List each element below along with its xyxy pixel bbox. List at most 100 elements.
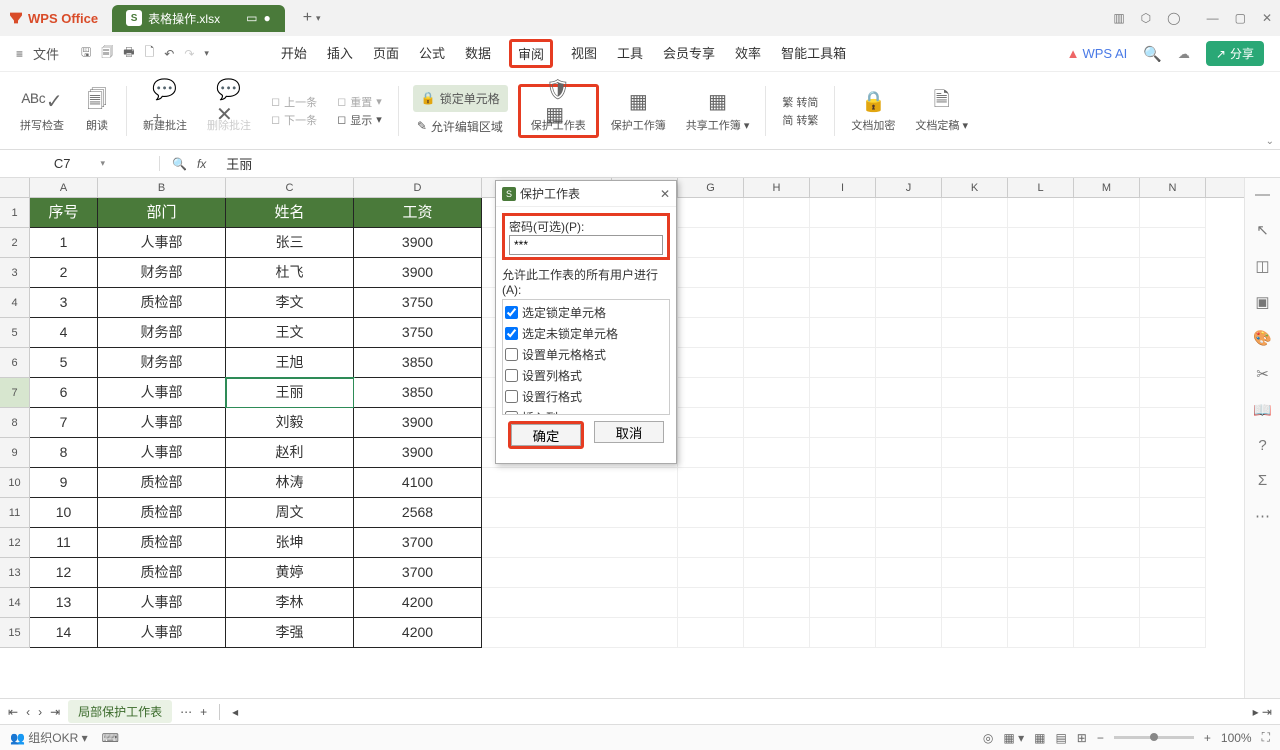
sheet-more-icon[interactable]: ⋯ [180, 705, 192, 719]
cell[interactable]: 王文 [226, 318, 354, 348]
cell[interactable]: 8 [30, 438, 98, 468]
perm-checkbox[interactable] [505, 348, 518, 361]
ribbon-collapse-icon[interactable]: ⌄ [1266, 136, 1274, 147]
perm-item[interactable]: 设置单元格格式 [505, 344, 667, 365]
tab-tools[interactable]: 工具 [615, 39, 645, 68]
col-header-L[interactable]: L [1008, 178, 1074, 197]
row-header[interactable]: 11 [0, 498, 30, 528]
perm-item[interactable]: 设置列格式 [505, 365, 667, 386]
print-icon[interactable]: 🖶 [123, 43, 134, 64]
tab-menu-icon[interactable]: ▭ [246, 11, 257, 25]
cell[interactable]: 4100 [354, 468, 482, 498]
read-button[interactable]: 🗐朗读 [76, 76, 118, 145]
new-comment-button[interactable]: 💬₊新建批注 [135, 76, 195, 145]
redo-icon[interactable]: ↷ [184, 47, 194, 61]
cell[interactable]: 3850 [354, 378, 482, 408]
share-book-button[interactable]: ▦共享工作簿 ▾ [678, 76, 758, 145]
row-header[interactable]: 15 [0, 618, 30, 648]
cell[interactable]: 2568 [354, 498, 482, 528]
grid-icon[interactable]: ▦ ▾ [1003, 731, 1024, 745]
first-sheet-icon[interactable]: ⇤ [8, 705, 18, 719]
cell[interactable]: 人事部 [98, 228, 226, 258]
dialog-close-icon[interactable]: ✕ [660, 187, 670, 201]
allow-edit-button[interactable]: ✎ 允许编辑区域 [413, 116, 508, 137]
dropdown-icon[interactable]: ▾ [316, 13, 321, 24]
perm-item[interactable]: 选定未锁定单元格 [505, 323, 667, 344]
cell[interactable]: 财务部 [98, 258, 226, 288]
cell[interactable]: 质检部 [98, 558, 226, 588]
row-header[interactable]: 4 [0, 288, 30, 318]
reset-comment[interactable]: ◻ 重置 ▾ [337, 94, 382, 110]
sheet-tab[interactable]: 局部保护工作表 [68, 700, 172, 723]
tab-insert[interactable]: 插入 [325, 39, 355, 68]
cell[interactable]: 人事部 [98, 588, 226, 618]
tab-data[interactable]: 数据 [463, 39, 493, 68]
cell[interactable]: 4200 [354, 588, 482, 618]
row-header[interactable]: 5 [0, 318, 30, 348]
zoom-out-icon[interactable]: − [1097, 731, 1104, 745]
row-header[interactable]: 14 [0, 588, 30, 618]
cell[interactable]: 3900 [354, 438, 482, 468]
more-icon[interactable]: ▾ [204, 48, 209, 59]
cell[interactable]: 5 [30, 348, 98, 378]
cell[interactable]: 1 [30, 228, 98, 258]
perm-checkbox[interactable] [505, 369, 518, 382]
last-sheet-icon[interactable]: ⇥ [50, 705, 60, 719]
tools-icon[interactable]: ✂ [1256, 365, 1269, 383]
cell[interactable]: 人事部 [98, 408, 226, 438]
tab-smart[interactable]: 智能工具箱 [779, 39, 848, 68]
row-header[interactable]: 12 [0, 528, 30, 558]
cell[interactable]: 3850 [354, 348, 482, 378]
cell[interactable]: 11 [30, 528, 98, 558]
cube-icon[interactable]: ⬡ [1141, 11, 1151, 25]
cancel-button[interactable]: 取消 [594, 421, 664, 443]
tab-vip[interactable]: 会员专享 [661, 39, 717, 68]
cell[interactable]: 王旭 [226, 348, 354, 378]
perm-checkbox[interactable] [505, 327, 518, 340]
col-header-K[interactable]: K [942, 178, 1008, 197]
layers-icon[interactable]: ◫ [1255, 257, 1269, 275]
tab-review[interactable]: 审阅 [509, 39, 553, 68]
password-input[interactable] [509, 235, 663, 255]
cell[interactable]: 周文 [226, 498, 354, 528]
finalize-button[interactable]: 🗎文档定稿 ▾ [907, 76, 976, 145]
cell[interactable]: 3900 [354, 258, 482, 288]
to-simp-button[interactable]: 繁 转简 [782, 94, 818, 110]
to-trad-button[interactable]: 简 转繁 [782, 112, 818, 128]
cell[interactable]: 杜飞 [226, 258, 354, 288]
perm-checkbox[interactable] [505, 306, 518, 319]
file-tab[interactable]: S 表格操作.xlsx ▭ ● [112, 5, 285, 32]
col-header-C[interactable]: C [226, 178, 354, 197]
cell[interactable]: 12 [30, 558, 98, 588]
file-menu[interactable]: 文件 [33, 44, 59, 63]
save-as-icon[interactable]: 🗐 [101, 43, 113, 64]
cell[interactable]: 7 [30, 408, 98, 438]
cell[interactable]: 张三 [226, 228, 354, 258]
row-header[interactable]: 2 [0, 228, 30, 258]
cell[interactable]: 13 [30, 588, 98, 618]
col-header-H[interactable]: H [744, 178, 810, 197]
show-comment[interactable]: ◻ 显示 ▾ [337, 112, 382, 128]
perm-item[interactable]: 插入列 [505, 407, 667, 415]
tab-view[interactable]: 视图 [569, 39, 599, 68]
art-icon[interactable]: 🎨 [1253, 329, 1272, 347]
lock-cell-button[interactable]: 🔒 锁定单元格 [413, 85, 508, 112]
sigma-icon[interactable]: Σ [1258, 472, 1267, 489]
spellcheck-button[interactable]: ᴬᴮᶜ✓拼写检查 [12, 76, 72, 145]
cursor-icon[interactable]: ↖ [1256, 221, 1269, 239]
cell[interactable]: 李林 [226, 588, 354, 618]
cell[interactable]: 人事部 [98, 618, 226, 648]
cell[interactable]: 3900 [354, 228, 482, 258]
undo-icon[interactable]: ↶ [164, 47, 174, 61]
help-icon[interactable]: ? [1258, 437, 1266, 454]
cell[interactable]: 人事部 [98, 378, 226, 408]
row-header[interactable]: 1 [0, 198, 30, 228]
cell[interactable]: 3750 [354, 288, 482, 318]
col-header-D[interactable]: D [354, 178, 482, 197]
col-header-G[interactable]: G [678, 178, 744, 197]
next-sheet-icon[interactable]: › [38, 705, 42, 719]
cell[interactable]: 3700 [354, 528, 482, 558]
cell[interactable]: 14 [30, 618, 98, 648]
prev-comment[interactable]: ◻ 上一条 [271, 94, 317, 110]
user-avatar[interactable]: ◯ [1167, 11, 1180, 25]
